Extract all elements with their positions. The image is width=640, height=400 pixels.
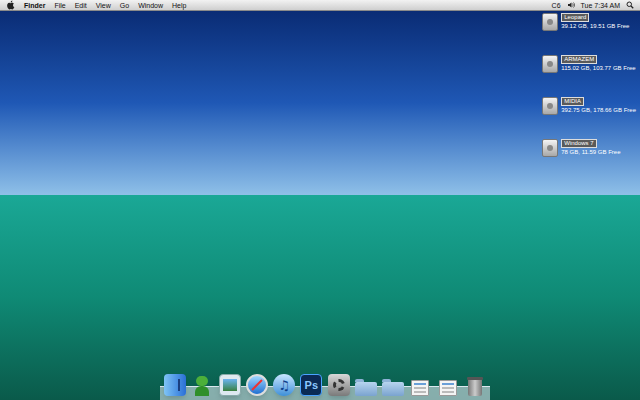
apple-icon[interactable] <box>6 0 15 10</box>
dock-item[interactable] <box>464 374 486 396</box>
menu-item[interactable]: View <box>96 2 111 9</box>
gear-icon[interactable] <box>328 374 350 396</box>
volume-icon[interactable] <box>567 1 575 9</box>
dock-item[interactable] <box>382 374 404 396</box>
hard-drive-icon[interactable] <box>542 139 558 157</box>
menu-item[interactable]: Window <box>138 2 163 9</box>
folder-icon[interactable] <box>355 374 377 396</box>
character-icon[interactable] <box>191 374 213 396</box>
trash-icon[interactable] <box>464 374 486 396</box>
drive-info: 392.75 GB, 178.66 GB Free <box>561 107 636 114</box>
dock-item[interactable] <box>246 374 268 396</box>
drive-info: 78 GB, 11.59 GB Free <box>561 149 620 156</box>
dock-item[interactable] <box>219 374 241 396</box>
hard-drive-icon[interactable] <box>542 13 558 31</box>
drive-icon-item[interactable]: Leopard39.12 GB, 19.51 GB Free <box>542 13 636 31</box>
dock-item[interactable]: Ps <box>300 374 322 396</box>
dock-item[interactable] <box>409 374 431 396</box>
compass-icon[interactable] <box>246 374 268 396</box>
dock-item[interactable]: ♫ <box>273 374 295 396</box>
dock-item[interactable] <box>328 374 350 396</box>
finder-icon[interactable] <box>164 374 186 396</box>
drive-icon-item[interactable]: MIDIA392.75 GB, 178.66 GB Free <box>542 97 636 115</box>
hard-drive-icon[interactable] <box>542 55 558 73</box>
dock-item[interactable] <box>355 374 377 396</box>
drive-name: ARMAZEM <box>561 55 597 64</box>
drive-icon-item[interactable]: Windows 778 GB, 11.59 GB Free <box>542 139 636 157</box>
drive-name: MIDIA <box>561 97 584 106</box>
menu-item[interactable]: Edit <box>75 2 87 9</box>
drive-info: 39.12 GB, 19.51 GB Free <box>561 23 629 30</box>
spotlight-icon[interactable] <box>626 1 634 9</box>
menu-item[interactable]: Go <box>120 2 129 9</box>
dock-item[interactable] <box>437 374 459 396</box>
dock-item[interactable] <box>164 374 186 396</box>
dock: ♫Ps <box>160 368 490 400</box>
dock-item[interactable] <box>191 374 213 396</box>
drive-icon-item[interactable]: ARMAZEM115.02 GB, 103.77 GB Free <box>542 55 636 73</box>
menu-item[interactable]: File <box>54 2 65 9</box>
app-menu[interactable]: Finder <box>24 2 45 9</box>
drive-name: Windows 7 <box>561 139 596 148</box>
status-item[interactable]: C6 <box>552 2 561 9</box>
folder-icon[interactable] <box>382 374 404 396</box>
desktop-screen: Finder File Edit View Go Window Help C6 Tue 7:34… <box>0 0 640 400</box>
document-icon[interactable] <box>437 374 459 396</box>
document-icon[interactable] <box>409 374 431 396</box>
hard-drive-icon[interactable] <box>542 97 558 115</box>
drive-info: 115.02 GB, 103.77 GB Free <box>561 65 635 72</box>
photos-icon[interactable] <box>219 374 241 396</box>
clock[interactable]: Tue 7:34 AM <box>581 2 620 9</box>
drive-name: Leopard <box>561 13 589 22</box>
menu-item[interactable]: Help <box>172 2 186 9</box>
photoshop-icon[interactable]: Ps <box>300 374 322 396</box>
desktop-icons: Leopard39.12 GB, 19.51 GB Free ARMAZEM115… <box>542 13 636 157</box>
menu-bar: Finder File Edit View Go Window Help C6 Tue 7:34… <box>0 0 640 11</box>
music-icon[interactable]: ♫ <box>273 374 295 396</box>
